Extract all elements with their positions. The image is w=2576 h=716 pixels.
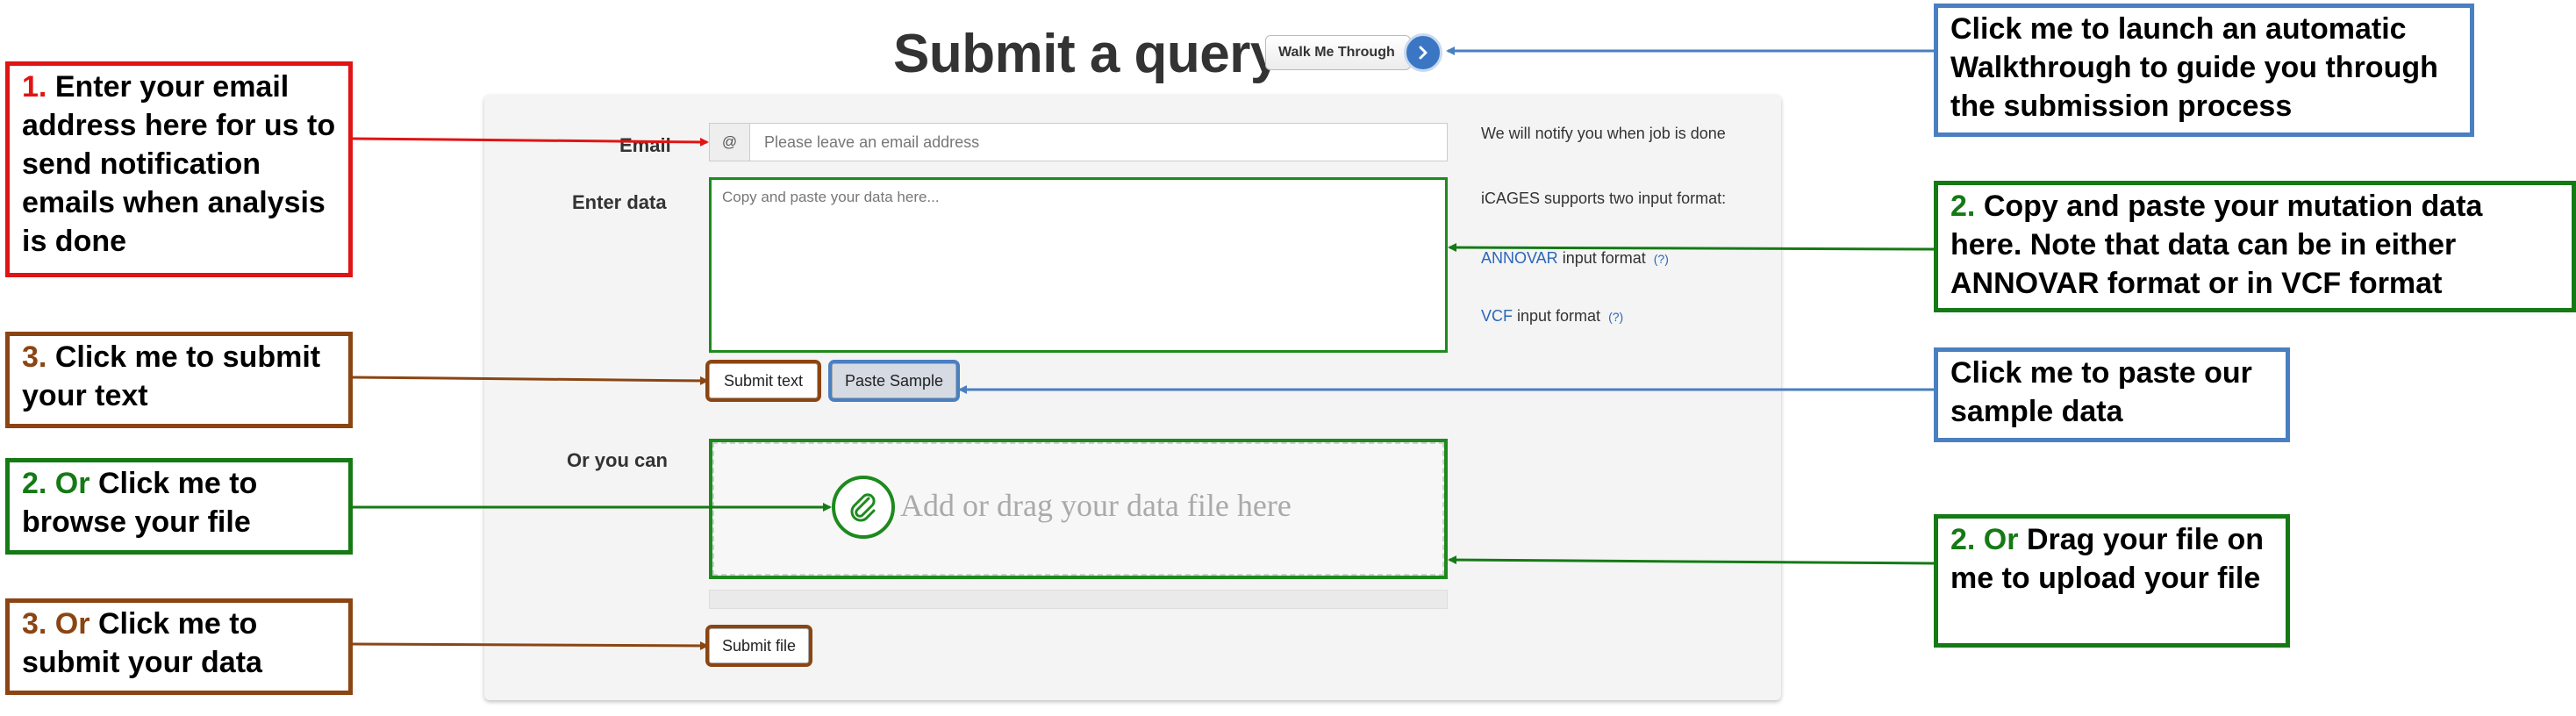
callout-paste-number: 2. [1950, 190, 1976, 223]
callout-submit-text-text: Click me to submit your text [22, 340, 321, 412]
callout-walkthrough: Click me to launch an automatic Walkthro… [1934, 4, 2474, 137]
annovar-link[interactable]: ANNOVAR [1481, 249, 1558, 267]
callout-submit-text-number: 3. [22, 340, 47, 374]
callout-email: 1. Enter your email address here for us … [5, 61, 353, 277]
callout-walkthrough-text: Click me to launch an automatic Walkthro… [1950, 12, 2438, 123]
or-you-can-label: Or you can [567, 449, 668, 471]
submit-text-button[interactable]: Submit text [705, 360, 821, 402]
callout-drag-number: 2. Or [1950, 523, 2019, 556]
vcf-format-text: input format [1517, 307, 1601, 325]
enter-data-label: Enter data [572, 191, 667, 213]
callout-paste-sample: Click me to paste our sample data [1934, 347, 2290, 442]
callout-paste-text: Copy and paste your mutation data here. … [1950, 190, 2483, 300]
annovar-format-text: input format [1562, 249, 1646, 267]
callout-drag-file: 2. Or Drag your file on me to upload you… [1934, 514, 2290, 648]
vcf-format-row: VCF input format (?) [1481, 307, 1623, 326]
callout-submit-data: 3. Or Click me to submit your data [5, 598, 353, 695]
dropzone-text: Add or drag your data file here [900, 488, 1292, 523]
walk-me-through-button[interactable]: Walk Me Through [1265, 35, 1411, 70]
submit-file-button[interactable]: Submit file [705, 625, 812, 667]
at-sign-icon: @ [709, 123, 749, 161]
callout-browse-file: 2. Or Click me to browse your file [5, 458, 353, 555]
email-input[interactable] [749, 123, 1448, 161]
upload-progress-bar [709, 590, 1448, 609]
paperclip-icon[interactable] [832, 476, 895, 539]
callout-email-number: 1. [22, 70, 47, 104]
notify-note: We will notify you when job is done [1481, 125, 1726, 142]
callout-email-text: Enter your email address here for us to … [22, 70, 336, 258]
vcf-link[interactable]: VCF [1481, 307, 1513, 325]
paste-sample-button[interactable]: Paste Sample [828, 360, 960, 402]
callout-submit-text: 3. Click me to submit your text [5, 332, 353, 428]
page-title: Submit a query [893, 24, 1280, 84]
data-textarea[interactable] [709, 177, 1448, 353]
vcf-help-link[interactable]: (?) [1608, 310, 1623, 324]
callout-browse-number: 2. Or [22, 467, 90, 500]
annovar-format-row: ANNOVAR input format (?) [1481, 249, 1669, 268]
annovar-help-link[interactable]: (?) [1654, 252, 1669, 266]
callout-submit-data-number: 3. Or [22, 607, 90, 641]
chevron-right-icon[interactable] [1404, 33, 1442, 72]
formats-note: iCAGES supports two input format: [1481, 190, 1727, 207]
callout-paste-data: 2. Copy and paste your mutation data her… [1934, 181, 2576, 312]
email-label: Email [619, 134, 671, 156]
callout-sample-text: Click me to paste our sample data [1950, 356, 2252, 428]
